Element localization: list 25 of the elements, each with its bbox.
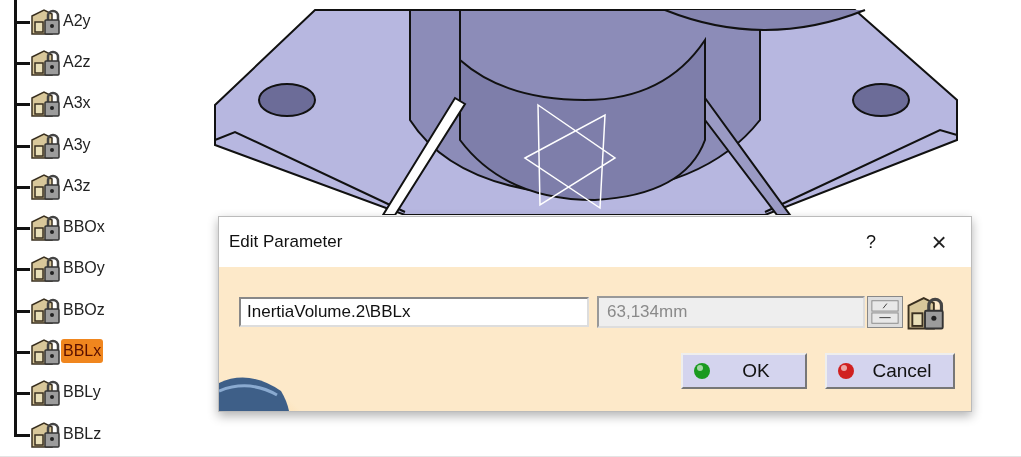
tree-item[interactable]: A3z xyxy=(61,173,93,198)
tree-item[interactable]: A3y xyxy=(61,132,93,157)
parameter-name-field[interactable]: InertiaVolume.2\BBLx xyxy=(239,297,589,327)
tree-item[interactable]: BBLx xyxy=(61,339,104,363)
ball-icon xyxy=(837,362,855,380)
close-button[interactable]: × xyxy=(919,226,959,258)
parameter-icon xyxy=(30,377,60,408)
ball-icon xyxy=(693,362,711,380)
parameter-icon xyxy=(30,212,60,243)
tree-item[interactable]: BBLy xyxy=(61,380,103,405)
ok-button[interactable]: OK xyxy=(681,353,807,389)
tree-item[interactable]: BBOy xyxy=(61,256,107,281)
spinner-control[interactable] xyxy=(867,296,903,328)
parameter-icon xyxy=(30,88,60,119)
tree-item[interactable]: A2z xyxy=(61,49,93,74)
parameter-icon xyxy=(30,336,60,366)
tree-item[interactable]: BBOz xyxy=(61,297,107,322)
dialog-title: Edit Parameter xyxy=(229,232,344,252)
cancel-button[interactable]: Cancel xyxy=(825,353,955,389)
help-button[interactable]: ? xyxy=(851,231,891,253)
tree-item[interactable]: A3x xyxy=(61,91,93,116)
parameter-icon xyxy=(30,253,60,284)
tree-item[interactable]: BBOx xyxy=(61,215,107,240)
tree-item[interactable]: BBLz xyxy=(61,421,104,446)
tree-item[interactable]: A2y xyxy=(61,8,93,33)
